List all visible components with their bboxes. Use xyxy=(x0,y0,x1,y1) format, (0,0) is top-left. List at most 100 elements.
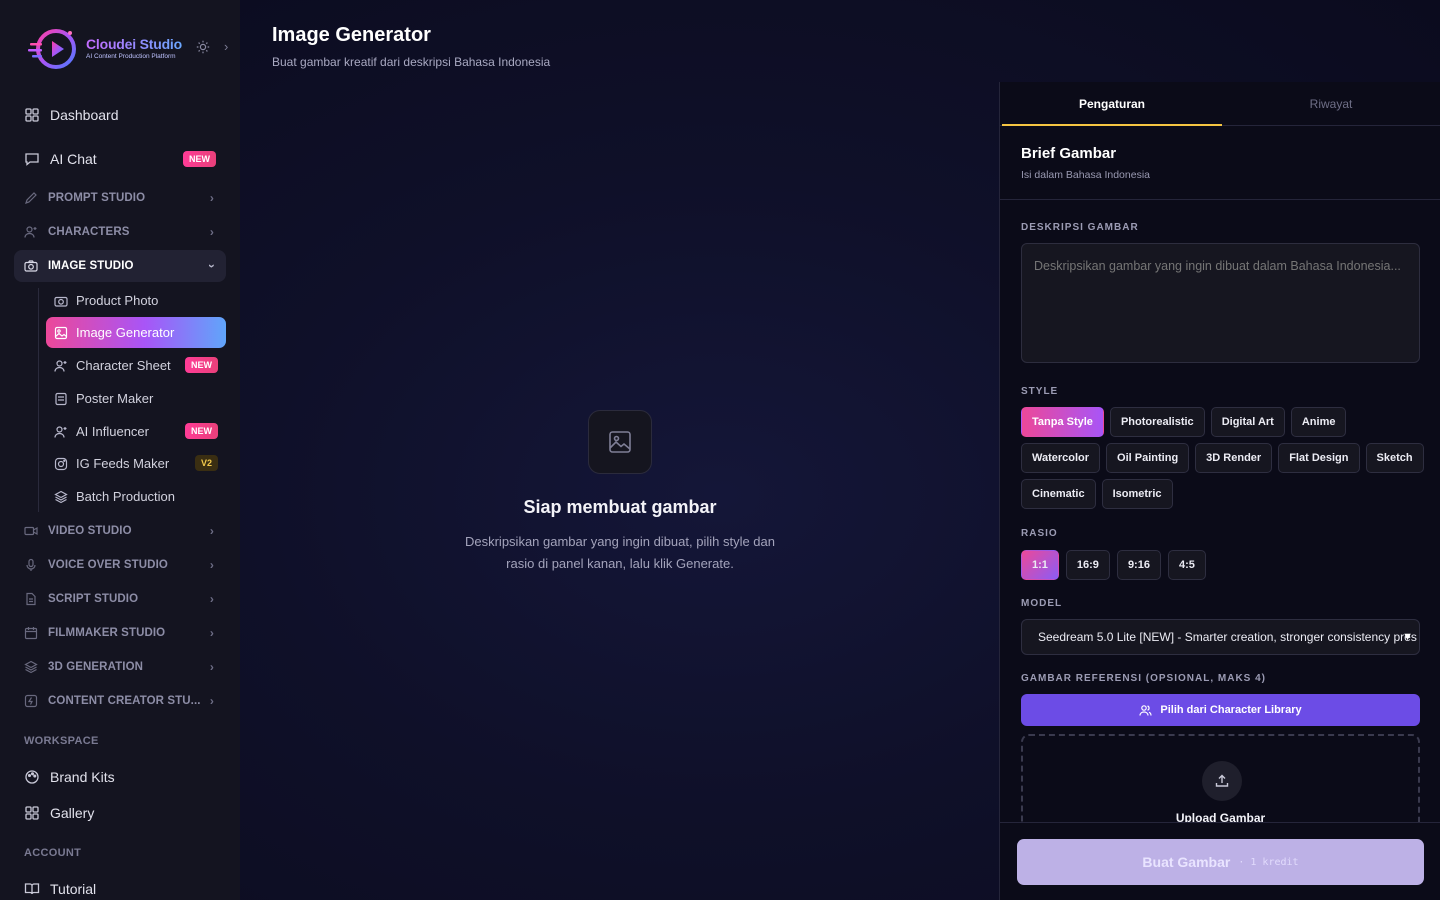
section-characters[interactable]: CHARACTERS › xyxy=(14,216,226,248)
style-chip-flat-design[interactable]: Flat Design xyxy=(1278,443,1360,473)
pen-icon xyxy=(24,191,38,205)
description-label: DESKRIPSI GAMBAR xyxy=(1021,222,1139,233)
empty-state-description: Deskripsikan gambar yang ingin dibuat, p… xyxy=(464,534,775,571)
sidebar-item-tutorial[interactable]: Tutorial xyxy=(14,872,226,900)
v2-badge: V2 xyxy=(194,455,218,471)
style-chip-anime[interactable]: Anime xyxy=(1290,407,1347,437)
sidebar-item-label: AI Chat xyxy=(50,151,97,167)
brand-tagline: AI Content Production Platform xyxy=(86,53,176,60)
sidebar-item-brand-kits[interactable]: Brand Kits xyxy=(14,760,226,794)
sidebar-item-character-sheet[interactable]: Character Sheet NEW xyxy=(46,350,226,381)
section-label: PROMPT STUDIO xyxy=(48,192,146,204)
mic-icon xyxy=(24,558,38,572)
section-label: SCRIPT STUDIO xyxy=(48,593,139,605)
model-label: MODEL xyxy=(1021,598,1063,609)
sidebar-item-gallery[interactable]: Gallery xyxy=(14,796,226,830)
sidebar-item-ai-influencer[interactable]: AI Influencer NEW xyxy=(46,416,226,447)
section-content-creator-studio[interactable]: CONTENT CREATOR STU... › xyxy=(14,685,226,717)
tab-pengaturan[interactable]: Pengaturan xyxy=(1002,82,1222,126)
sidebar-item-dashboard[interactable]: Dashboard xyxy=(14,98,226,132)
section-label: IMAGE STUDIO xyxy=(48,260,134,272)
section-voice-over-studio[interactable]: VOICE OVER STUDIO › xyxy=(14,549,226,581)
style-chip-photorealistic[interactable]: Photorealistic xyxy=(1109,407,1205,437)
poster-icon xyxy=(54,392,68,406)
style-chip-tanpa-style[interactable]: Tanpa Style xyxy=(1021,407,1104,437)
section-label: CONTENT CREATOR STU... xyxy=(48,695,201,707)
tab-riwayat[interactable]: Riwayat xyxy=(1221,82,1440,126)
page-subtitle: Buat gambar kreatif dari deskripsi Bahas… xyxy=(272,55,551,69)
chevron-right-icon: › xyxy=(209,592,214,606)
model-select-value: Seedream 5.0 Lite [NEW] - Smarter creati… xyxy=(1038,630,1417,644)
chevron-right-icon: › xyxy=(209,694,214,708)
layers-icon xyxy=(54,490,68,504)
ratio-chip-4-5[interactable]: 4:5 xyxy=(1167,550,1206,580)
ratio-chip-9-16[interactable]: 9:16 xyxy=(1116,550,1161,580)
sidebar-item-label: Dashboard xyxy=(50,107,119,123)
generate-button[interactable]: Buat Gambar · 1 kredit xyxy=(1017,839,1424,885)
sidebar-item-label: Tutorial xyxy=(50,881,97,897)
brand-logo xyxy=(28,23,84,73)
sidebar-item-image-generator[interactable]: Image Generator xyxy=(46,317,226,348)
sidebar-item-label: Poster Maker xyxy=(76,391,154,406)
sidebar-item-label: Product Photo xyxy=(76,293,159,308)
theme-toggle-sun-icon[interactable] xyxy=(196,40,210,54)
description-textarea[interactable] xyxy=(1021,243,1420,363)
sidebar-item-poster-maker[interactable]: Poster Maker xyxy=(46,383,226,414)
section-video-studio[interactable]: VIDEO STUDIO › xyxy=(14,515,226,547)
chevron-right-icon: › xyxy=(209,626,214,640)
book-icon xyxy=(24,881,40,897)
account-group-label: ACCOUNT xyxy=(24,847,82,859)
sidebar-item-product-photo[interactable]: Product Photo xyxy=(46,285,226,316)
style-chip-isometric[interactable]: Isometric xyxy=(1101,479,1173,509)
section-label: CHARACTERS xyxy=(48,226,130,238)
style-chip-oil-painting[interactable]: Oil Painting xyxy=(1106,443,1190,473)
style-chip-digital-art[interactable]: Digital Art xyxy=(1210,407,1285,437)
sidebar-item-ig-feeds-maker[interactable]: IG Feeds Maker V2 xyxy=(46,448,226,479)
sidebar-item-batch-production[interactable]: Batch Production xyxy=(46,481,226,512)
chevron-right-icon: › xyxy=(209,558,214,572)
chevron-right-icon: › xyxy=(209,660,214,674)
section-filmmaker-studio[interactable]: FILMMAKER STUDIO › xyxy=(14,617,226,649)
chat-icon xyxy=(24,151,40,167)
brand[interactable]: Cloudei Studio AI Content Production Pla… xyxy=(28,22,238,74)
empty-state-title: Siap membuat gambar xyxy=(523,497,717,517)
sidebar-collapse-chevron-icon[interactable]: › xyxy=(224,39,228,54)
style-chip-sketch[interactable]: Sketch xyxy=(1365,443,1424,473)
section-script-studio[interactable]: SCRIPT STUDIO › xyxy=(14,583,226,615)
ratio-chip-16-9[interactable]: 16:9 xyxy=(1065,550,1110,580)
model-select[interactable]: Seedream 5.0 Lite [NEW] - Smarter creati… xyxy=(1021,619,1420,655)
users-icon xyxy=(1139,704,1152,717)
camera-icon xyxy=(54,294,68,308)
grid-icon xyxy=(24,805,40,821)
new-badge: NEW xyxy=(185,423,218,439)
workspace-group-label: WORKSPACE xyxy=(24,735,99,747)
user-plus-icon xyxy=(24,225,38,239)
section-image-studio[interactable]: IMAGE STUDIO › xyxy=(14,250,226,282)
style-chip-3d-render[interactable]: 3D Render xyxy=(1195,443,1273,473)
sidebar-item-label: IG Feeds Maker xyxy=(76,456,170,471)
submenu-guide-line xyxy=(38,288,39,512)
instagram-icon xyxy=(54,457,68,471)
character-library-button[interactable]: Pilih dari Character Library xyxy=(1021,694,1420,726)
upload-icon xyxy=(1202,761,1242,801)
page-title: Image Generator xyxy=(272,24,431,46)
divider xyxy=(1000,199,1440,200)
calendar-icon xyxy=(24,626,38,640)
user-plus-icon xyxy=(54,425,68,439)
sidebar: Cloudei Studio AI Content Production Pla… xyxy=(0,0,240,900)
user-plus-icon xyxy=(54,359,68,373)
ratio-options: 1:1 16:9 9:16 4:5 xyxy=(1021,550,1206,580)
sidebar-item-label: Character Sheet xyxy=(76,358,171,373)
section-prompt-studio[interactable]: PROMPT STUDIO › xyxy=(14,182,226,214)
style-chip-watercolor[interactable]: Watercolor xyxy=(1021,443,1101,473)
section-3d-generation[interactable]: 3D GENERATION › xyxy=(14,651,226,683)
style-chip-cinematic[interactable]: Cinematic xyxy=(1021,479,1096,509)
credit-cost: · 1 kredit xyxy=(1238,856,1299,868)
video-icon xyxy=(24,524,38,538)
sidebar-item-ai-chat[interactable]: AI Chat NEW xyxy=(14,142,226,176)
sidebar-item-label: AI Influencer xyxy=(76,424,149,439)
ratio-chip-1-1[interactable]: 1:1 xyxy=(1021,550,1059,580)
file-icon xyxy=(24,592,38,606)
ratio-label: RASIO xyxy=(1021,528,1058,539)
section-label: FILMMAKER STUDIO xyxy=(48,627,166,639)
